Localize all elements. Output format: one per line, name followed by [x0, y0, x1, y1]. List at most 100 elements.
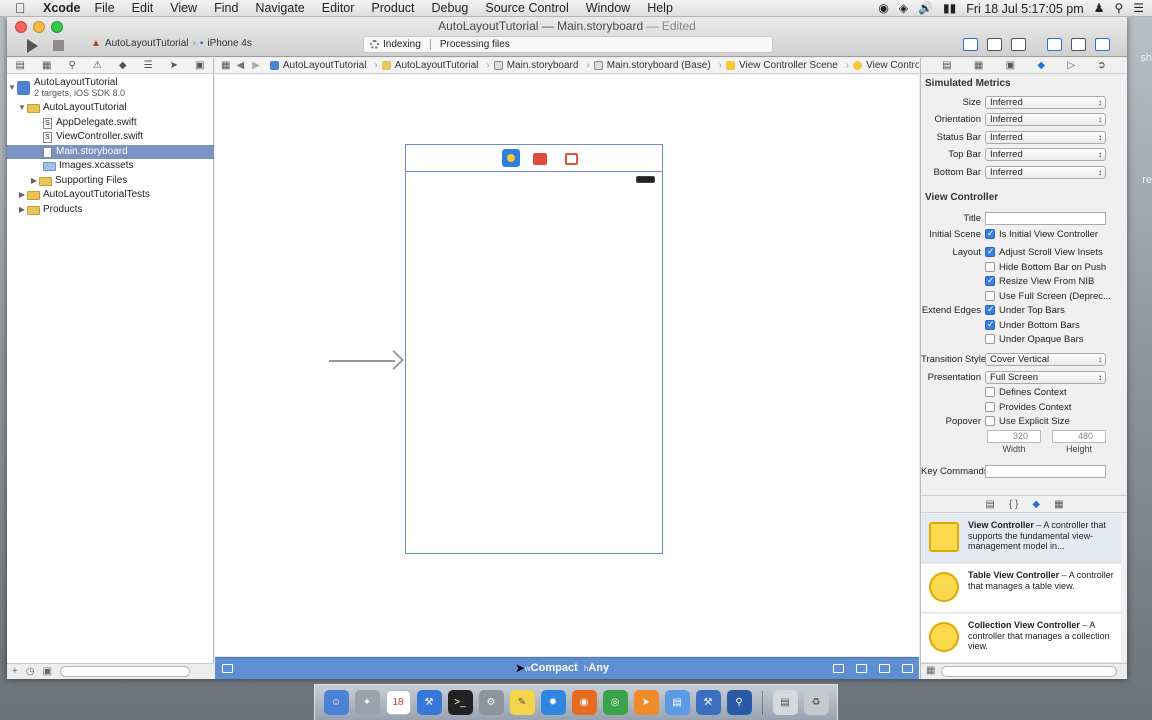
exit-icon[interactable]	[565, 153, 578, 165]
status-bar-popup[interactable]: Inferred	[985, 130, 1106, 144]
list-item[interactable]: ▼ AutoLayoutTutorial	[7, 101, 214, 115]
file-inspector-icon[interactable]: ▤	[942, 60, 951, 71]
grid-view-icon[interactable]: ▦	[926, 665, 935, 676]
test-diamond-icon[interactable]: ◆	[119, 60, 127, 71]
add-icon[interactable]: +	[12, 666, 18, 677]
breakpoint-icon[interactable]: ➤	[170, 60, 178, 71]
firefox-icon[interactable]: ◉	[571, 690, 597, 715]
trash-icon[interactable]: ♻	[803, 690, 829, 715]
volume-icon[interactable]: 🔊	[918, 0, 933, 17]
record-icon[interactable]: ◉	[878, 0, 888, 17]
pin-icon[interactable]	[856, 664, 867, 673]
is-initial-checkbox[interactable]: Is Initial View Controller	[985, 227, 1098, 241]
xcode-icon[interactable]: ⚒	[416, 690, 442, 715]
menu-source-control[interactable]: Source Control	[485, 1, 568, 15]
resize-from-nib-checkbox[interactable]: Resize View From NIB	[985, 274, 1094, 288]
library-item-table-view-controller[interactable]: Table View Controller – A controller tha…	[921, 564, 1121, 613]
menu-find[interactable]: Find	[214, 1, 238, 15]
swift-icon[interactable]: ➤	[633, 690, 659, 715]
attributes-inspector-icon[interactable]: ◆	[1037, 60, 1045, 71]
media-library-icon[interactable]: ▦	[1054, 499, 1063, 510]
back-arrow-icon[interactable]: ◀	[236, 60, 244, 71]
view-controller-scene[interactable]	[405, 144, 663, 554]
connections-inspector-icon[interactable]: ➲	[1097, 60, 1105, 71]
list-item[interactable]: ▶ AutoLayoutTutorialTests	[7, 188, 214, 202]
document-stack-icon[interactable]: ▤	[772, 690, 798, 715]
library-item-view-controller[interactable]: View Controller – A controller that supp…	[921, 514, 1121, 563]
size-class-control[interactable]: wCompact hAny	[215, 662, 919, 674]
menu-product[interactable]: Product	[371, 1, 414, 15]
disclosure-closed-icon[interactable]: ▶	[17, 188, 27, 202]
list-item[interactable]: ▶ Supporting Files	[7, 174, 214, 188]
finder-icon[interactable]: ☺	[323, 690, 349, 715]
storyboard-canvas[interactable]	[215, 75, 919, 656]
notes-icon[interactable]: ✎	[509, 690, 535, 715]
log-icon[interactable]: ▣	[195, 60, 204, 71]
symbol-icon[interactable]: ▦	[42, 60, 51, 71]
breadcrumb[interactable]: View Controller	[853, 60, 919, 71]
chrome-icon[interactable]: ◎	[602, 690, 628, 715]
first-responder-icon[interactable]	[533, 153, 547, 165]
menu-help[interactable]: Help	[647, 1, 673, 15]
toggle-debug-area-icon[interactable]	[1071, 38, 1086, 51]
navigator-filter-input[interactable]	[60, 666, 191, 677]
object-library-icon[interactable]: ◆	[1032, 499, 1040, 510]
breadcrumb[interactable]: View Controller Scene	[726, 60, 838, 71]
project-row[interactable]: ▼ AutoLayoutTutorial 2 targets, iOS SDK …	[7, 76, 214, 100]
breadcrumb[interactable]: Main.storyboard	[493, 60, 578, 71]
spotlight-icon[interactable]: ⚲	[1114, 0, 1123, 17]
wifi-icon[interactable]: ◈	[899, 0, 908, 17]
disclosure-closed-icon[interactable]: ▶	[17, 203, 27, 217]
list-item-selected[interactable]: Main.storyboard	[7, 145, 214, 159]
width-stepper[interactable]: 320	[987, 430, 1041, 443]
menu-navigate[interactable]: Navigate	[255, 1, 304, 15]
system-preferences-icon[interactable]: ⚙	[478, 690, 504, 715]
bottom-bar-popup[interactable]: Inferred	[985, 165, 1106, 179]
height-stepper[interactable]: 480	[1052, 430, 1106, 443]
menu-edit[interactable]: Edit	[132, 1, 154, 15]
title-field[interactable]	[985, 211, 1106, 225]
transition-style-popup[interactable]: Cover Vertical	[985, 352, 1106, 366]
key-commands-table[interactable]	[985, 464, 1106, 478]
list-item[interactable]: Images.xcassets	[7, 159, 214, 173]
view-controller-icon[interactable]	[502, 149, 520, 167]
calendar-icon[interactable]: 18	[385, 690, 411, 715]
recent-clock-icon[interactable]: ◷	[26, 666, 35, 677]
file-template-icon[interactable]: ▤	[985, 499, 994, 510]
size-inspector-icon[interactable]: ▷	[1067, 60, 1075, 71]
related-items-icon[interactable]: ▦	[221, 60, 230, 71]
issue-warning-icon[interactable]: ⚠	[93, 60, 102, 71]
library-item-collection-view-controller[interactable]: Collection View Controller – A controlle…	[921, 614, 1121, 663]
menu-clock[interactable]: Fri 18 Jul 5:17:05 pm	[966, 2, 1083, 16]
resolve-issues-icon[interactable]	[879, 664, 890, 673]
size-popup[interactable]: Inferred	[985, 95, 1106, 109]
orientation-popup[interactable]: Inferred	[985, 112, 1106, 126]
library-filter-input[interactable]	[941, 666, 1117, 677]
disclosure-closed-icon[interactable]: ▶	[29, 174, 39, 188]
dev-tool-icon[interactable]: ⚒	[695, 690, 721, 715]
forward-arrow-icon[interactable]: ▶	[252, 60, 260, 71]
folder-icon[interactable]: ▤	[16, 60, 25, 71]
terminal-icon[interactable]: >_	[447, 690, 473, 715]
breadcrumb[interactable]: Main.storyboard (Base)	[593, 60, 711, 71]
folder-app-icon[interactable]: ▤	[664, 690, 690, 715]
standard-editor-icon[interactable]	[963, 38, 978, 51]
disclosure-open-icon[interactable]: ▼	[7, 81, 17, 95]
menu-editor[interactable]: Editor	[322, 1, 355, 15]
code-snippet-icon[interactable]: { }	[1009, 499, 1018, 510]
explicit-size-checkbox[interactable]: Use Explicit Size	[985, 414, 1070, 428]
resizing-behavior-icon[interactable]	[902, 664, 913, 673]
apple-menu-icon[interactable]: 	[15, 1, 29, 15]
disclosure-open-icon[interactable]: ▼	[17, 101, 27, 115]
under-bottom-bars-checkbox[interactable]: Under Bottom Bars	[985, 318, 1080, 332]
stop-button[interactable]	[53, 40, 64, 51]
adjust-insets-checkbox[interactable]: Adjust Scroll View Insets	[985, 245, 1103, 259]
run-button[interactable]	[27, 39, 38, 53]
menu-app-name[interactable]: Xcode	[43, 1, 81, 15]
presentation-popup[interactable]: Full Screen	[985, 370, 1106, 384]
top-bar-popup[interactable]: Inferred	[985, 147, 1106, 161]
debug-gauge-icon[interactable]: ☰	[144, 60, 153, 71]
filter-scm-icon[interactable]: ▣	[43, 666, 52, 677]
list-item[interactable]: S AppDelegate.swift	[7, 116, 214, 130]
notification-center-icon[interactable]: ☰	[1133, 0, 1144, 17]
